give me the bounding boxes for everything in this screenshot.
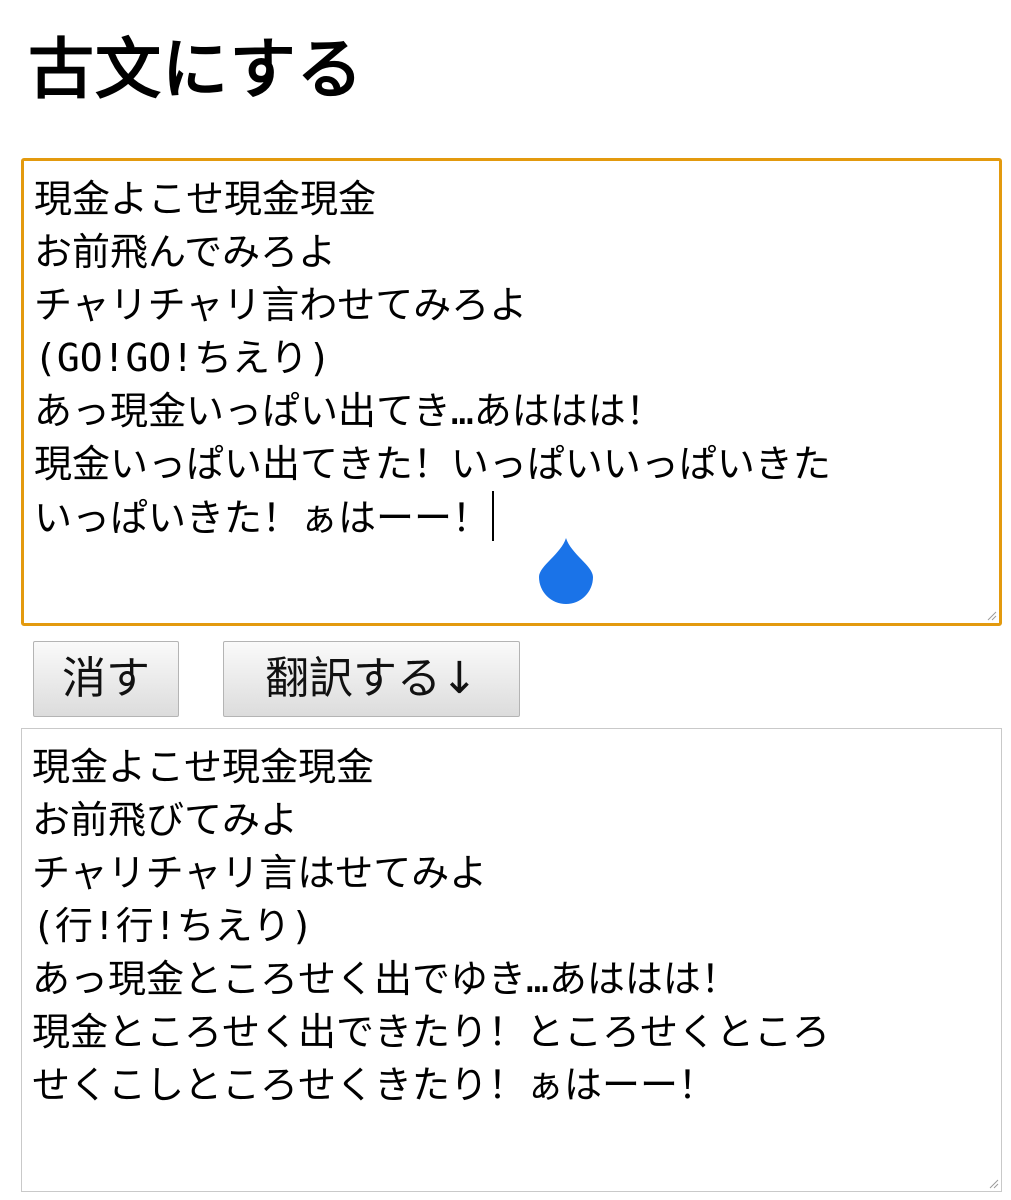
input-line: あっ現金いっぱい出てき…あははは！: [34, 389, 664, 433]
clear-button[interactable]: 消す: [33, 641, 179, 717]
output-line: あっ現金ところせく出でゆき…あははは！: [32, 957, 739, 1001]
output-line: お前飛びてみよ: [32, 798, 299, 842]
output-line: チャリチャリ言はせてみよ: [32, 851, 488, 895]
text-caret: [492, 491, 495, 541]
translate-button[interactable]: 翻訳する↓: [223, 641, 520, 717]
input-line: (GO!GO!ちえり): [34, 336, 332, 380]
input-line-text: いっぱいきた！ぁはーー！: [34, 496, 491, 540]
input-line: チャリチャリ言わせてみろよ: [34, 283, 528, 327]
input-line: 現金よこせ現金現金: [34, 177, 377, 221]
page-title: 古文にする: [28, 31, 364, 108]
input-line-last: いっぱいきた！ぁはーー！: [34, 491, 989, 545]
output-line: せくこしところせくきたり！ぁはーー！: [32, 1063, 717, 1107]
text-cursor-handle-icon[interactable]: [537, 536, 595, 604]
input-line: 現金いっぱい出てきた！いっぱいいっぱいきた: [34, 442, 831, 486]
output-line: (行!行!ちえり): [32, 904, 314, 948]
source-text-input[interactable]: 現金よこせ現金現金 お前飛んでみろよ チャリチャリ言わせてみろよ (GO!GO!…: [21, 158, 1002, 626]
output-line: 現金よこせ現金現金: [32, 745, 375, 789]
input-line: お前飛んでみろよ: [34, 230, 337, 274]
translated-text-output[interactable]: 現金よこせ現金現金 お前飛びてみよ チャリチャリ言はせてみよ (行!行!ちえり)…: [21, 728, 1002, 1192]
resize-grip-icon[interactable]: [987, 1177, 999, 1189]
resize-grip-icon[interactable]: [985, 609, 997, 621]
output-line: 現金ところせく出できたり！ところせくところ: [32, 1010, 831, 1054]
